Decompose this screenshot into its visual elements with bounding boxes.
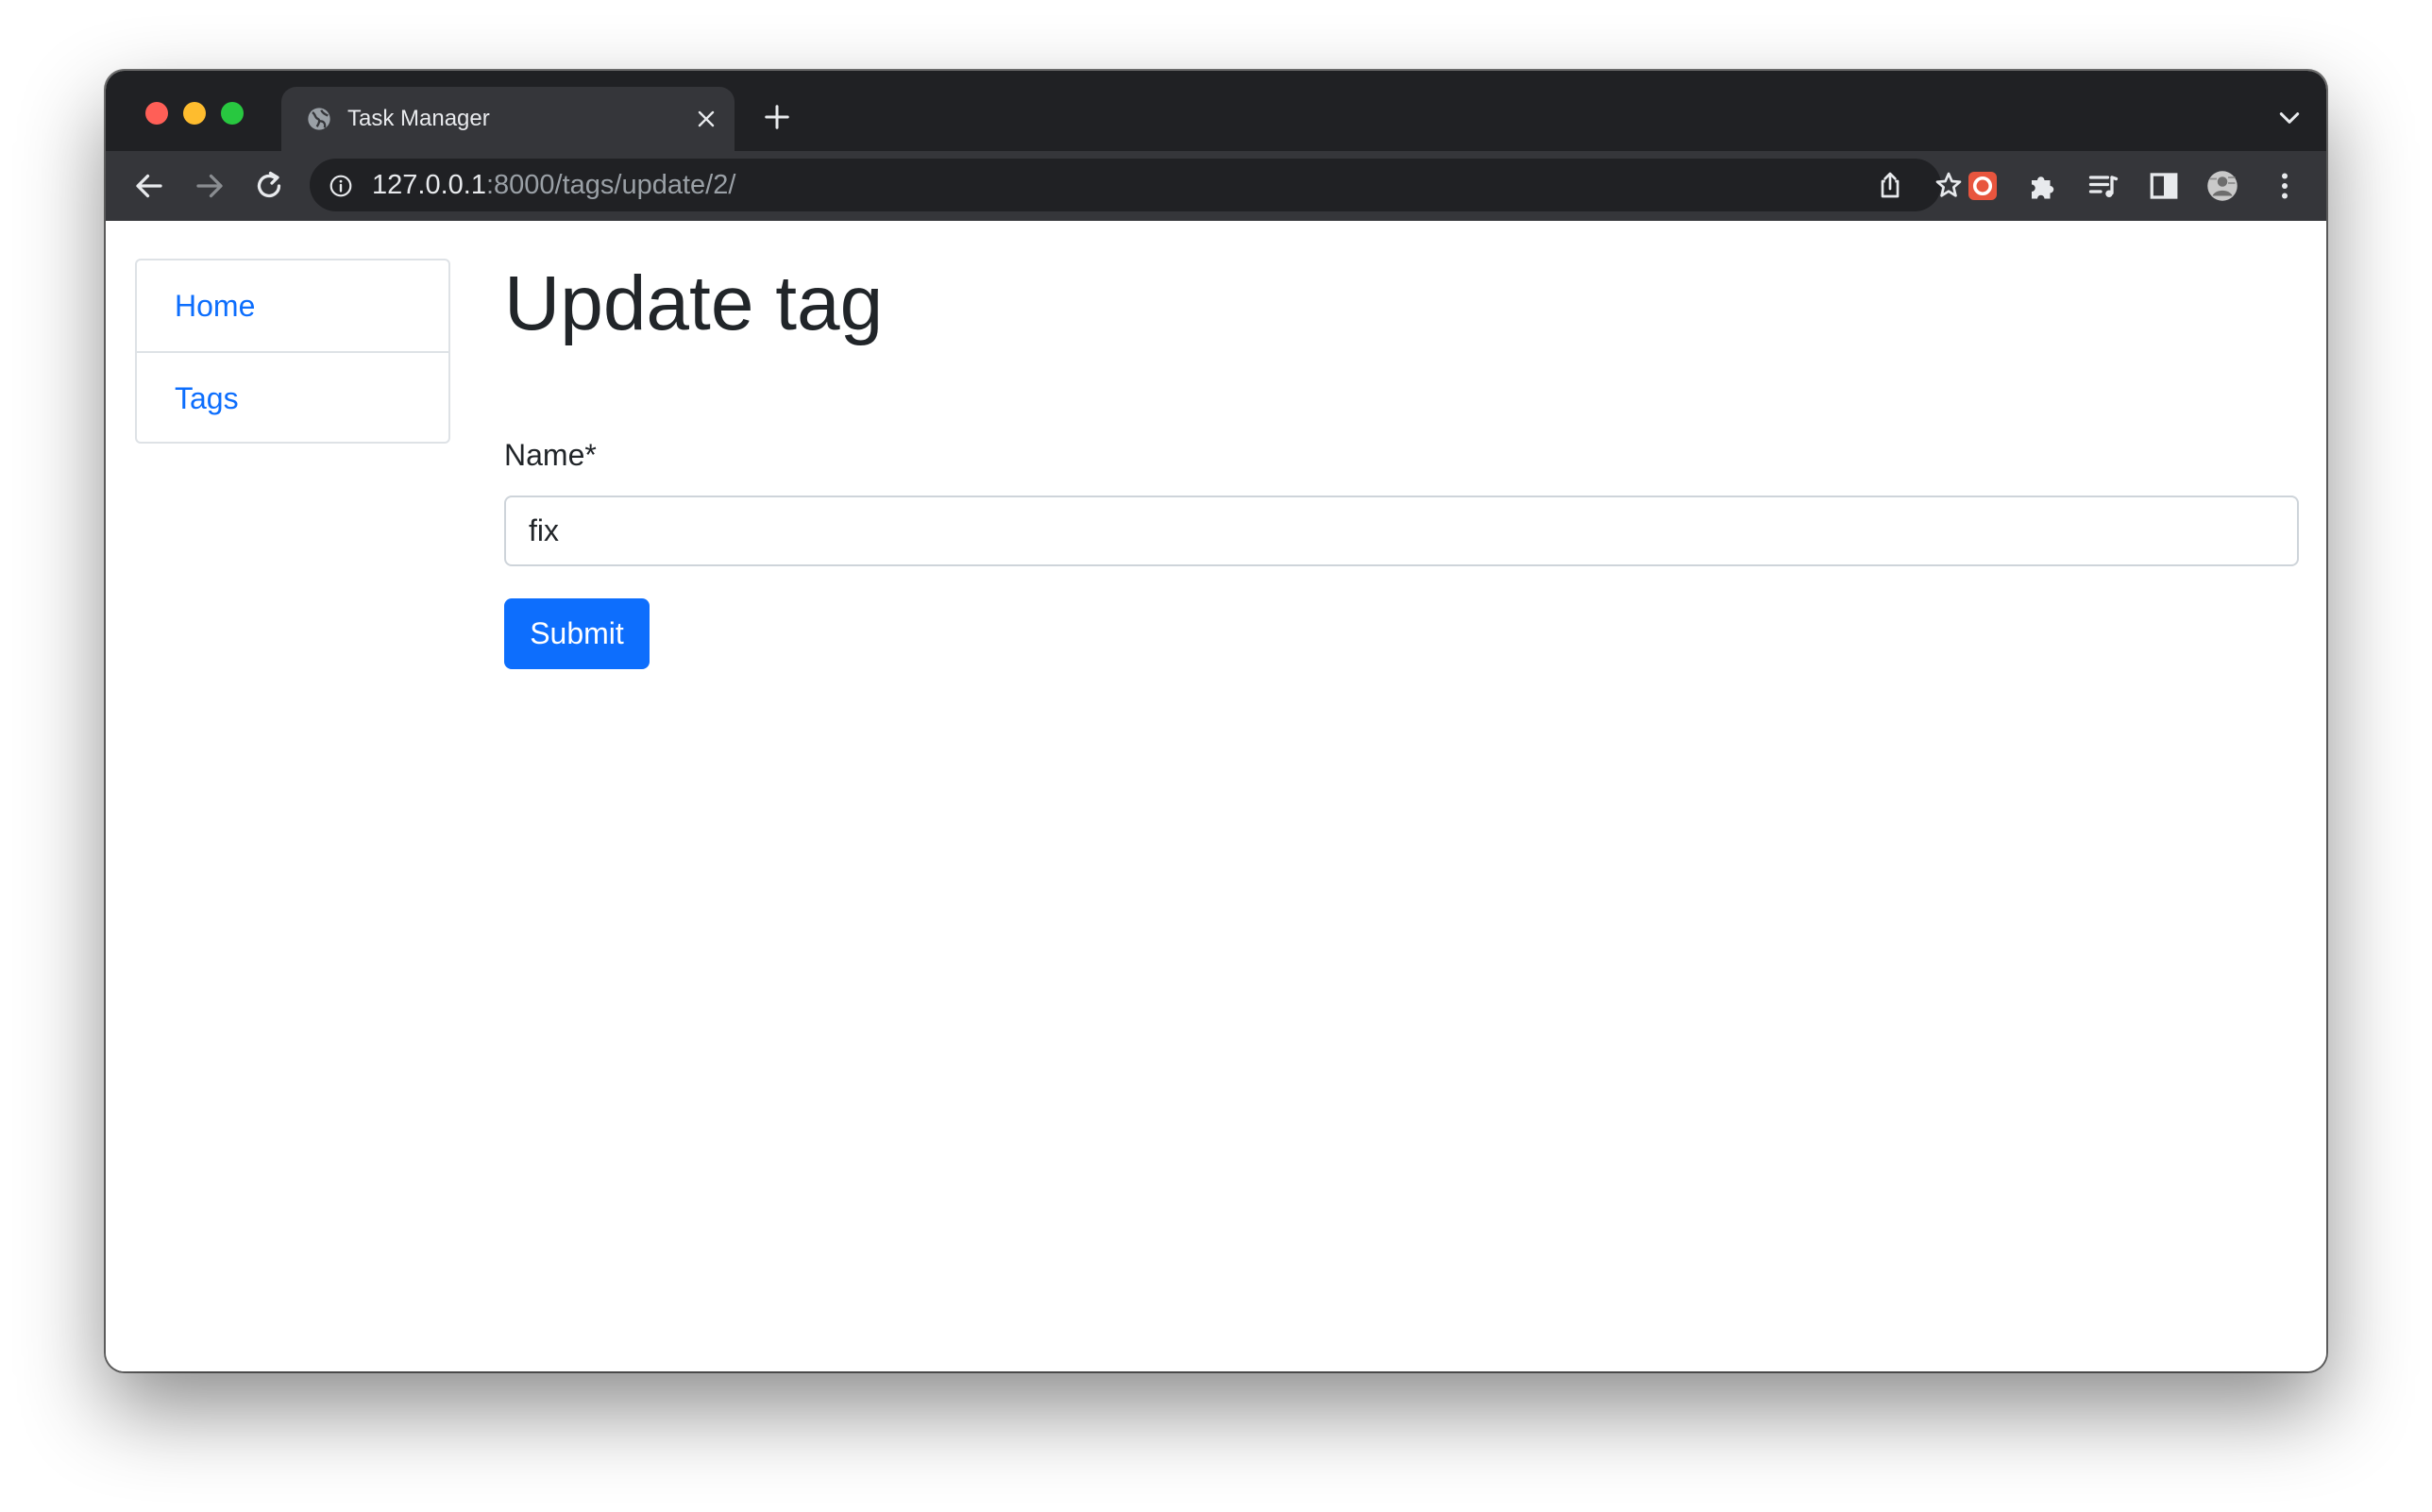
close-window-button[interactable]: [145, 102, 168, 125]
more-icon[interactable]: [2268, 169, 2302, 203]
url-text[interactable]: 127.0.0.1:8000/tags/update/2/: [372, 169, 735, 201]
reload-icon[interactable]: [252, 169, 286, 203]
name-input[interactable]: [504, 496, 2299, 566]
media-queue-icon[interactable]: [2086, 169, 2120, 203]
sidebar-item-home[interactable]: Home: [137, 260, 448, 351]
page-content: Home Tags Update tag Name* Submit: [106, 221, 2326, 1371]
share-icon[interactable]: [1875, 170, 1905, 200]
url-host: 127.0.0.1: [372, 170, 486, 200]
star-icon[interactable]: [1934, 170, 1964, 200]
side-panel-icon[interactable]: [2147, 169, 2181, 203]
extension-red-icon[interactable]: [1966, 169, 2000, 203]
tab-task-manager[interactable]: Task Manager: [281, 87, 735, 151]
address-bar[interactable]: 127.0.0.1:8000/tags/update/2/: [310, 159, 1962, 211]
sidebar-item-tags[interactable]: Tags: [137, 351, 448, 442]
puzzle-icon[interactable]: [2026, 169, 2060, 203]
page-title: Update tag: [504, 260, 884, 346]
submit-button[interactable]: Submit: [504, 598, 650, 669]
url-path: :8000/tags/update/2/: [485, 170, 736, 200]
tab-strip: Task Manager: [106, 71, 2326, 151]
close-tab-icon[interactable]: [695, 108, 718, 130]
chevron-down-icon[interactable]: [2277, 109, 2302, 127]
info-icon[interactable]: [329, 174, 353, 198]
browser-toolbar: 127.0.0.1:8000/tags/update/2/: [106, 151, 2326, 221]
tab-title: Task Manager: [347, 106, 490, 131]
browser-window: Task Manager 127.0.0.1:8000/tags/update/…: [106, 71, 2326, 1371]
new-tab-icon[interactable]: [763, 103, 791, 131]
back-icon[interactable]: [132, 169, 166, 203]
name-field-label: Name*: [504, 438, 597, 472]
profile-avatar[interactable]: [2205, 169, 2239, 203]
sidebar-nav: Home Tags: [135, 259, 450, 444]
globe-icon: [308, 108, 330, 130]
maximize-window-button[interactable]: [221, 102, 244, 125]
forward-icon[interactable]: [193, 169, 227, 203]
minimize-window-button[interactable]: [183, 102, 206, 125]
